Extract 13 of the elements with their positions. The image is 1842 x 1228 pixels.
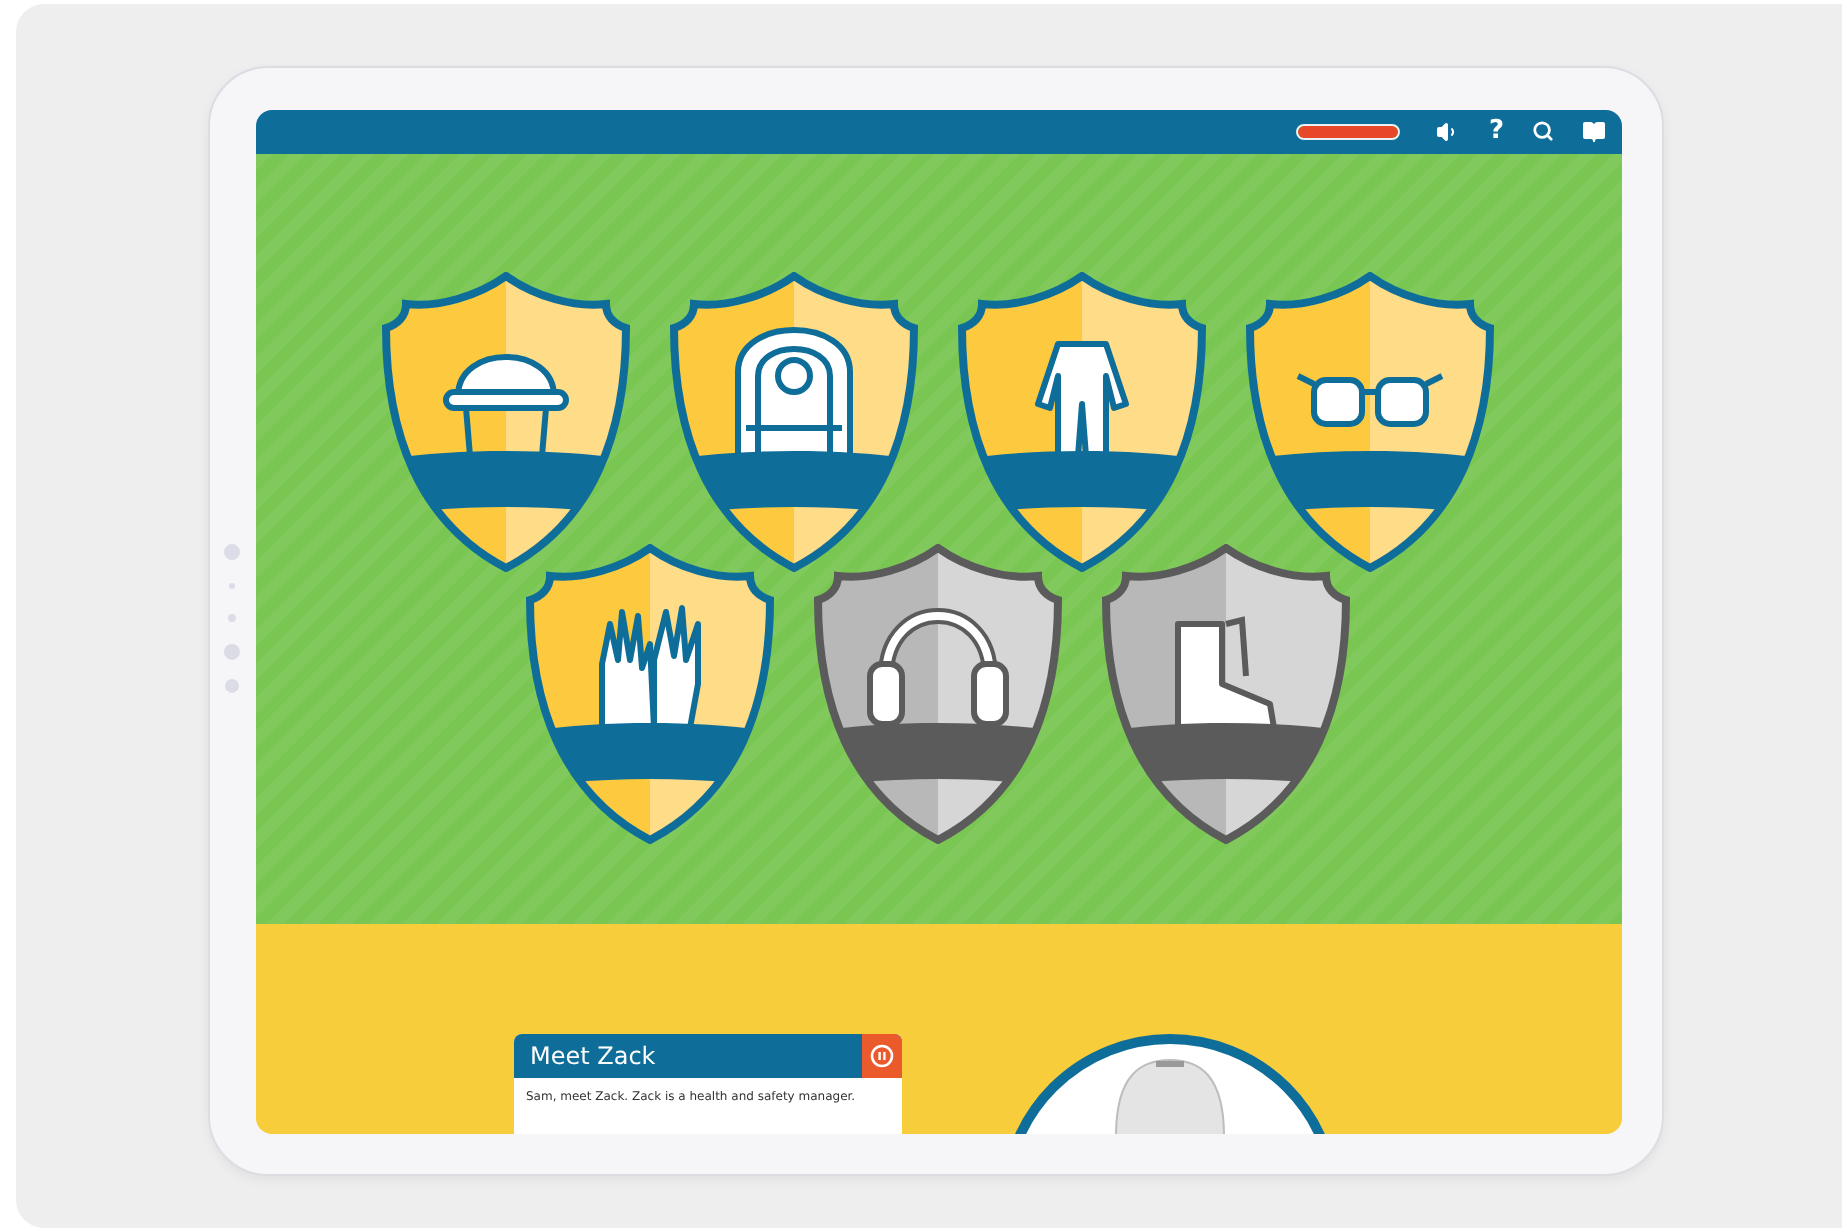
- vest-badge-icon[interactable]: [666, 271, 923, 571]
- gloves-badge-icon[interactable]: [522, 543, 779, 843]
- goggles-badge-icon[interactable]: [1242, 271, 1499, 571]
- pause-button[interactable]: [861, 1033, 902, 1077]
- coverall-badge-icon[interactable]: [954, 271, 1211, 571]
- book-icon[interactable]: [1582, 119, 1606, 143]
- earmuffs-badge-icon[interactable]: [810, 543, 1067, 843]
- dialog-title: Meet Zack: [527, 1041, 656, 1069]
- help-button[interactable]: ?: [1488, 118, 1504, 144]
- boots-badge-icon[interactable]: [1098, 543, 1355, 843]
- pause-icon: [869, 1043, 894, 1067]
- hardhat-badge-icon[interactable]: [378, 271, 635, 571]
- search-icon[interactable]: [1532, 120, 1554, 142]
